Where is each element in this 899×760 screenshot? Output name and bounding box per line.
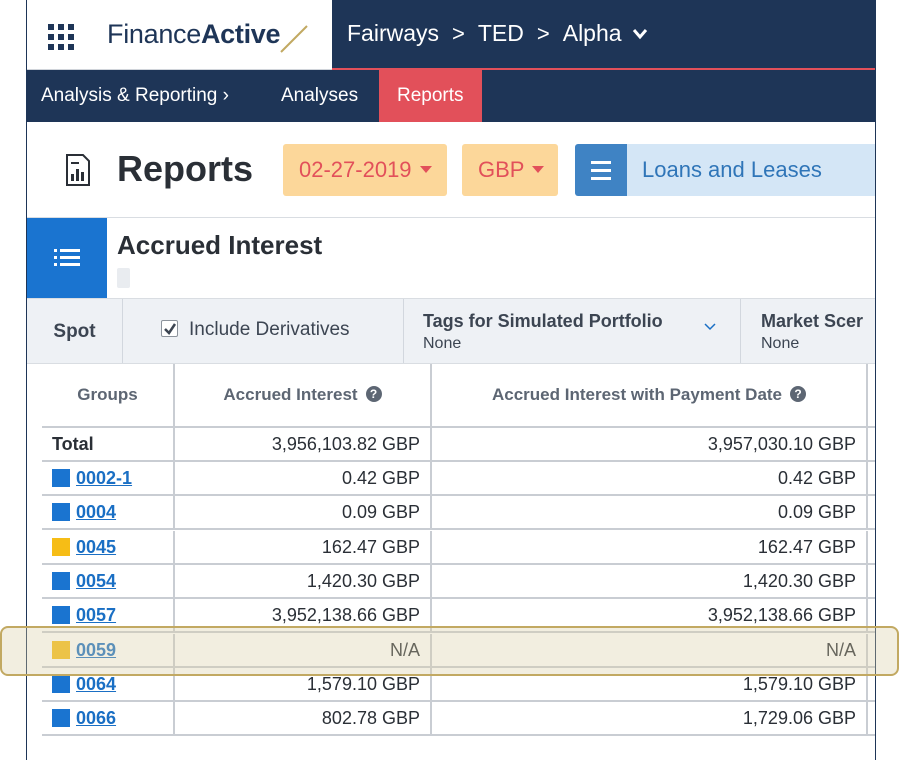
- breadcrumb: Fairways > TED > Alpha: [347, 20, 648, 47]
- chevron-down-icon[interactable]: [632, 28, 648, 40]
- report-subtitle-placeholder: [117, 268, 130, 288]
- page-title: Reports: [117, 148, 254, 189]
- group-color-swatch: [52, 537, 70, 556]
- nav-item-reports[interactable]: Reports: [379, 70, 482, 122]
- page-header: Reports 02-27-2019 GBP Loans and Leases: [27, 122, 875, 218]
- breadcrumb-separator-icon: >: [452, 20, 465, 46]
- table-row: 0045 162.47 GBP 162.47 GBP: [42, 530, 875, 565]
- divider: [740, 299, 741, 363]
- nav-bar: Analysis & Reporting › Analyses Reports: [27, 70, 875, 122]
- total-label: Total: [42, 428, 175, 460]
- report-list-toggle[interactable]: [27, 218, 107, 298]
- group-color-swatch: [52, 469, 70, 487]
- checkmark-icon: [164, 323, 177, 335]
- top-bar: FinanceActive Fairways > TED > Alpha: [27, 0, 875, 70]
- tags-dropdown[interactable]: Tags for Simulated Portfolio: [423, 311, 663, 332]
- report-header: Accrued Interest: [27, 218, 875, 298]
- breadcrumb-item-alpha[interactable]: Alpha: [563, 20, 622, 47]
- chevron-down-icon[interactable]: [704, 323, 716, 331]
- table-row: 0054 1,420.30 GBP 1,420.30 GBP: [42, 564, 875, 599]
- breadcrumb-separator-icon: >: [536, 20, 550, 46]
- total-accrued-interest-payment-date: 3,957,030.10 GBP: [432, 428, 868, 460]
- group-cell: 0066: [42, 702, 175, 735]
- scope-selector[interactable]: Loans and Leases: [627, 144, 875, 196]
- table-row: 0004 0.09 GBP 0.09 GBP: [42, 496, 875, 531]
- group-cell: 0002-1: [42, 462, 175, 494]
- group-cell: 0054: [42, 564, 175, 597]
- report-title: Accrued Interest: [117, 230, 323, 260]
- menu-icon[interactable]: [575, 144, 627, 196]
- accrued-interest-payment-date-cell: 1,729.06 GBP: [432, 702, 868, 735]
- column-header-accrued-interest-payment-date[interactable]: Accrued Interest with Payment Date?: [432, 364, 868, 426]
- breadcrumb-item-ted[interactable]: TED: [478, 20, 524, 47]
- market-scenario-value: None: [761, 335, 800, 352]
- table-header: Groups Accrued Interest? Accrued Interes…: [42, 364, 875, 428]
- group-link[interactable]: 0054: [76, 565, 116, 597]
- list-icon: [54, 249, 80, 266]
- breadcrumb-item-fairways[interactable]: Fairways: [347, 20, 439, 47]
- accrued-interest-cell: 162.47 GBP: [175, 530, 432, 563]
- accrued-interest-cell: 1,420.30 GBP: [175, 564, 432, 597]
- caret-down-icon: [419, 165, 432, 173]
- column-header-accrued-interest[interactable]: Accrued Interest?: [175, 364, 432, 426]
- group-cell: 0004: [42, 496, 175, 529]
- accrued-interest-cell: 0.09 GBP: [175, 496, 432, 529]
- apps-grid-icon[interactable]: [48, 24, 74, 50]
- help-icon[interactable]: ?: [790, 385, 807, 402]
- include-derivatives-checkbox[interactable]: [161, 320, 178, 337]
- row-highlight-0059: [0, 626, 899, 676]
- accrued-interest-payment-date-cell: 1,420.30 GBP: [432, 564, 868, 597]
- market-scenario-dropdown[interactable]: Market Scer: [761, 311, 863, 332]
- group-link[interactable]: 0002-1: [76, 462, 132, 494]
- group-color-swatch: [52, 709, 70, 728]
- accrued-interest-payment-date-cell: 0.09 GBP: [432, 496, 868, 529]
- table-row-total: Total 3,956,103.82 GBP 3,957,030.10 GBP: [42, 428, 875, 462]
- nav-item-analyses[interactable]: Analyses: [281, 70, 358, 122]
- group-cell: 0045: [42, 530, 175, 563]
- nav-item-analysis-reporting[interactable]: Analysis & Reporting ›: [41, 70, 229, 122]
- divider: [403, 299, 404, 363]
- logo-area: FinanceActive: [27, 0, 332, 70]
- logo[interactable]: FinanceActive: [107, 19, 281, 50]
- group-link[interactable]: 0004: [76, 496, 116, 528]
- table-row: 0002-1 0.42 GBP 0.42 GBP: [42, 462, 875, 496]
- accrued-interest-payment-date-cell: 162.47 GBP: [432, 530, 868, 563]
- logo-slash-icon: [280, 25, 308, 53]
- group-link[interactable]: 0066: [76, 702, 116, 734]
- include-derivatives-label[interactable]: Include Derivatives: [189, 319, 350, 341]
- group-color-swatch: [52, 606, 70, 625]
- accrued-interest-cell: 0.42 GBP: [175, 462, 432, 494]
- report-document-icon: [66, 154, 90, 186]
- accrued-interest-payment-date-cell: 0.42 GBP: [432, 462, 868, 494]
- tags-value: None: [423, 335, 462, 352]
- column-header-groups[interactable]: Groups: [42, 364, 175, 426]
- help-icon[interactable]: ?: [365, 385, 382, 402]
- date-selector[interactable]: 02-27-2019: [283, 144, 447, 196]
- currency-selector[interactable]: GBP: [462, 144, 558, 196]
- accrued-interest-cell: 802.78 GBP: [175, 702, 432, 735]
- spot-tab[interactable]: Spot: [27, 299, 123, 363]
- options-bar: Spot Include Derivatives Tags for Simula…: [27, 298, 875, 364]
- group-color-swatch: [52, 674, 70, 693]
- caret-down-icon: [532, 165, 545, 173]
- total-accrued-interest: 3,956,103.82 GBP: [175, 428, 432, 460]
- group-color-swatch: [52, 503, 70, 522]
- table-row: 0066 802.78 GBP 1,729.06 GBP: [42, 702, 875, 737]
- group-link[interactable]: 0045: [76, 531, 116, 563]
- group-color-swatch: [52, 571, 70, 590]
